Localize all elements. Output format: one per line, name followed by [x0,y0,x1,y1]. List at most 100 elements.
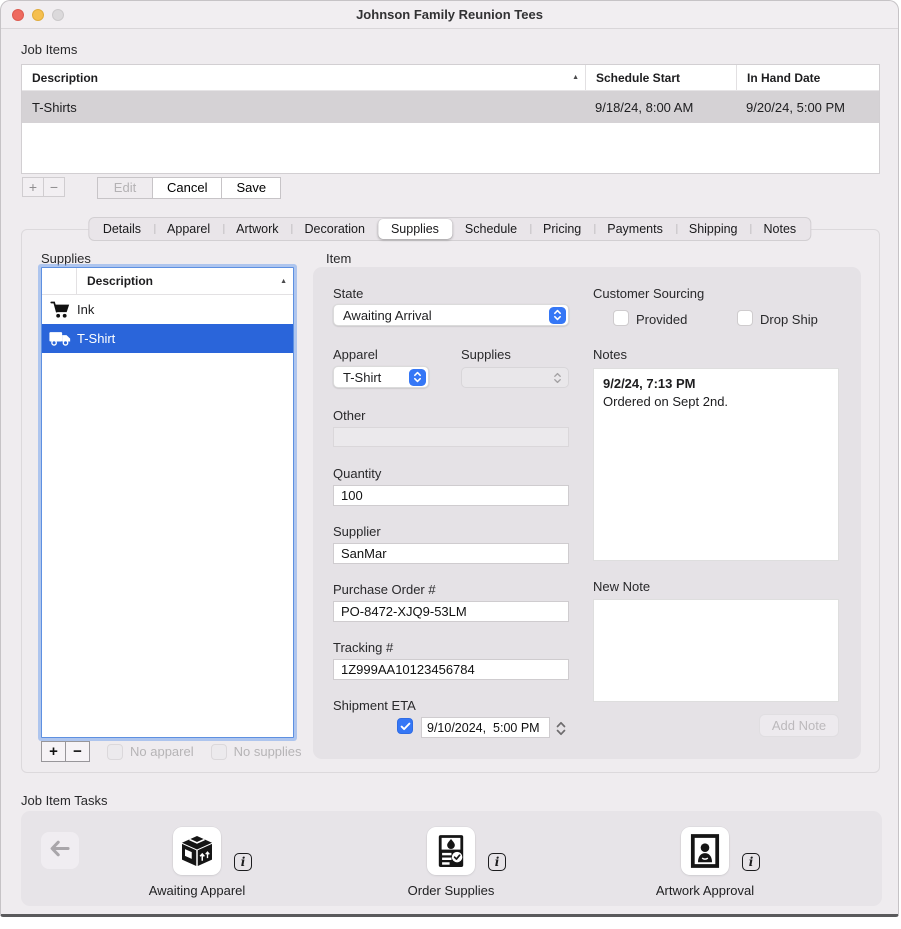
task-order-supplies[interactable]: i Order Supplies [381,827,521,898]
app-window: Johnson Family Reunion Tees Job Items De… [0,0,899,917]
sort-ascending-icon: ▲ [572,74,579,81]
column-header-description[interactable]: Description ▲ [22,65,585,90]
tab-decoration[interactable]: Decoration [292,219,378,239]
provided-checkbox[interactable] [613,310,629,326]
tab-pricing[interactable]: Pricing [530,219,594,239]
job-items-table: Description ▲ Schedule Start In Hand Dat… [21,64,880,174]
apparel-dropdown[interactable]: T-Shirt [333,366,429,388]
no-apparel-label: No apparel [130,744,194,759]
apparel-label: Apparel [333,347,378,362]
tab-details[interactable]: Details [90,219,154,239]
task-label: Artwork Approval [635,883,775,898]
note-timestamp: 9/2/24, 7:13 PM [603,375,829,393]
new-note-textarea[interactable] [593,599,839,702]
tab-apparel[interactable]: Apparel [154,219,223,239]
truck-icon [42,331,77,346]
supplier-label: Supplier [333,524,381,539]
quantity-field[interactable] [333,485,569,506]
window-title: Johnson Family Reunion Tees [1,7,898,22]
supplies-dropdown-label: Supplies [461,347,511,362]
column-header-description-label: Description [32,71,98,85]
job-items-table-header: Description ▲ Schedule Start In Hand Dat… [22,65,879,91]
no-supplies-label: No supplies [234,744,302,759]
tab-shipping[interactable]: Shipping [676,219,751,239]
supplies-description-column-header[interactable]: Description ▲ [77,268,293,294]
job-item-tasks-panel: i Awaiting Apparel i Order Supplies [21,811,882,906]
tab-schedule[interactable]: Schedule [452,219,530,239]
info-icon[interactable]: i [488,853,506,871]
item-section-label: Item [326,251,351,266]
drop-ship-label: Drop Ship [760,312,818,327]
remove-job-item-button[interactable]: − [43,177,65,197]
tab-artwork[interactable]: Artwork [223,219,291,239]
shipment-eta-label: Shipment ETA [333,698,416,713]
shipment-eta-checkbox[interactable] [397,718,413,734]
list-item-label: T-Shirt [77,331,115,346]
drop-ship-checkbox[interactable] [737,310,753,326]
tab-supplies[interactable]: Supplies [378,219,452,239]
cell-description: T-Shirts [22,91,585,123]
info-icon[interactable]: i [742,853,760,871]
supplies-list-toolbar: + − No apparel No supplies [41,741,302,762]
remove-supply-button[interactable]: − [65,741,90,762]
notes-history-box: 9/2/24, 7:13 PM Ordered on Sept 2nd. [593,368,839,561]
shipment-eta-date-field[interactable] [421,717,550,738]
tracking-field[interactable] [333,659,569,680]
supplies-list: Description ▲ Ink [41,267,294,738]
tab-payments[interactable]: Payments [594,219,676,239]
column-header-in-hand-date[interactable]: In Hand Date [736,65,879,90]
edit-cancel-save-group: Edit Cancel Save [97,177,281,199]
no-supplies-checkbox[interactable] [211,744,227,760]
back-arrow-button[interactable] [41,832,79,869]
supplies-dropdown [461,367,569,388]
add-job-item-button[interactable]: + [22,177,44,197]
list-item-ink[interactable]: Ink [42,295,293,324]
column-header-schedule-start[interactable]: Schedule Start [585,65,736,90]
task-label: Awaiting Apparel [127,883,267,898]
notes-label: Notes [593,347,627,362]
save-button[interactable]: Save [221,177,281,199]
job-items-toolbar: + − Edit Cancel Save [22,177,281,199]
state-dropdown[interactable]: Awaiting Arrival [333,304,569,326]
artwork-frame-icon [681,827,729,875]
state-label: State [333,286,363,301]
task-awaiting-apparel[interactable]: i Awaiting Apparel [127,827,267,898]
cart-icon [42,301,77,319]
note-text: Ordered on Sept 2nd. [603,393,829,411]
info-icon[interactable]: i [234,853,252,871]
package-icon [173,827,221,875]
state-dropdown-value: Awaiting Arrival [343,308,432,323]
new-note-label: New Note [593,579,650,594]
task-artwork-approval[interactable]: i Artwork Approval [635,827,775,898]
tracking-label: Tracking # [333,640,393,655]
no-apparel-checkbox[interactable] [107,744,123,760]
add-note-button[interactable]: Add Note [759,714,839,737]
column-header-schedule-start-label: Schedule Start [596,71,680,85]
supplier-field[interactable] [333,543,569,564]
title-bar: Johnson Family Reunion Tees [1,1,898,29]
tab-notes[interactable]: Notes [751,219,810,239]
supplies-description-column-label: Description [87,274,153,288]
cell-in-hand-date: 9/20/24, 5:00 PM [736,91,879,123]
back-arrow-icon [49,840,71,862]
other-label: Other [333,408,366,423]
edit-button[interactable]: Edit [97,177,153,199]
chevron-up-down-icon [409,369,426,386]
supplies-list-label: Supplies [41,251,91,266]
date-stepper[interactable] [554,717,568,739]
add-supply-button[interactable]: + [41,741,66,762]
supplies-icon-column [42,268,77,294]
cancel-button[interactable]: Cancel [152,177,222,199]
list-item-t-shirt[interactable]: T-Shirt [42,324,293,353]
job-items-label: Job Items [21,42,77,57]
purchase-order-field[interactable] [333,601,569,622]
quantity-label: Quantity [333,466,381,481]
supplies-receipt-icon [427,827,475,875]
other-field [333,427,569,447]
task-label: Order Supplies [381,883,521,898]
table-row[interactable]: T-Shirts 9/18/24, 8:00 AM 9/20/24, 5:00 … [22,91,879,123]
list-item-label: Ink [77,302,94,317]
chevron-up-down-icon [549,369,566,386]
provided-label: Provided [636,312,687,327]
column-header-in-hand-date-label: In Hand Date [747,71,820,85]
